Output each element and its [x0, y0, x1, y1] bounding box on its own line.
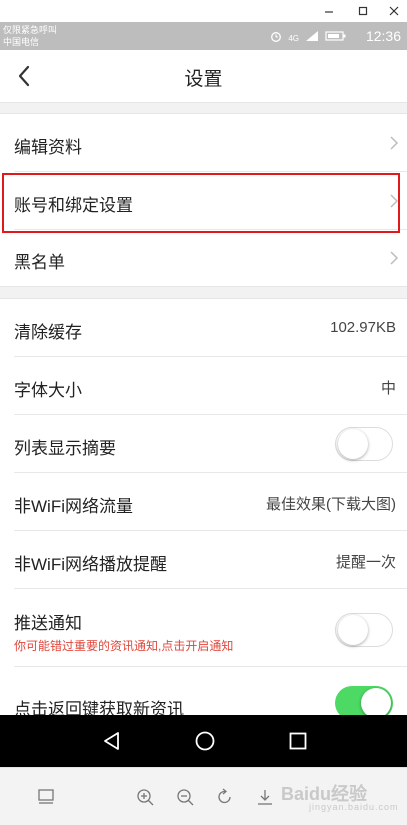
network-label: 4G: [288, 33, 299, 43]
home-circle-icon[interactable]: [193, 729, 217, 753]
section-divider: [0, 102, 407, 114]
chevron-right-icon: [388, 250, 400, 266]
chevron-right-icon: [388, 135, 400, 151]
maximize-icon[interactable]: [354, 2, 372, 20]
non-wifi-traffic-value: 最佳效果(下载大图): [266, 496, 396, 513]
gallery-icon[interactable]: [36, 787, 56, 807]
row-non-wifi-traffic[interactable]: 非WiFi网络流量 最佳效果(下载大图): [0, 473, 407, 531]
viewer-toolbar: Baidu经验 jingyan.baidu.com: [0, 767, 407, 825]
row-font-size[interactable]: 字体大小 中: [0, 357, 407, 415]
push-hint-text[interactable]: 你可能错过重要的资讯通知,点击开启通知: [14, 637, 233, 654]
row-edit-profile[interactable]: 编辑资料: [0, 114, 407, 172]
row-label: 黑名单: [14, 253, 65, 272]
row-push-notification[interactable]: 推送通知 你可能错过重要的资讯通知,点击开启通知: [0, 589, 407, 667]
row-label: 字体大小: [14, 381, 82, 400]
toggle-knob: [338, 429, 368, 459]
back-refresh-toggle[interactable]: [335, 686, 393, 715]
row-label: 点击返回键获取新资讯: [14, 700, 184, 715]
row-label: 编辑资料: [14, 138, 82, 157]
row-label: 清除缓存: [14, 323, 82, 342]
zoom-in-icon[interactable]: [135, 787, 155, 807]
back-triangle-icon[interactable]: [100, 729, 124, 753]
row-label: 列表显示摘要: [14, 439, 116, 458]
row-non-wifi-play-reminder[interactable]: 非WiFi网络播放提醒 提醒一次: [0, 531, 407, 589]
rotate-icon[interactable]: [215, 787, 235, 807]
navigation-bar: [0, 715, 407, 767]
status-carrier-text: 中国电信: [3, 37, 40, 47]
recents-square-icon[interactable]: [286, 729, 310, 753]
status-bar: 仅限紧急呼叫 中国电信 4G 12:36: [0, 22, 407, 50]
watermark-subtext: jingyan.baidu.com: [309, 802, 399, 812]
window-title-bar: [0, 0, 407, 22]
close-icon[interactable]: [385, 2, 403, 20]
page-header: 设置: [0, 50, 407, 102]
list-summary-toggle[interactable]: [335, 427, 393, 461]
section-divider: [0, 286, 407, 299]
row-blacklist[interactable]: 黑名单: [0, 230, 407, 286]
row-back-refresh: 点击返回键获取新资讯: [0, 667, 407, 715]
row-label: 非WiFi网络流量: [14, 497, 133, 516]
zoom-out-icon[interactable]: [175, 787, 195, 807]
toggle-knob: [361, 688, 391, 715]
cache-size-value: 102.97KB: [330, 319, 396, 336]
highlight-box: [2, 173, 400, 233]
baidu-watermark: Baidu经验 jingyan.baidu.com: [281, 780, 398, 814]
status-time: 12:36: [365, 28, 401, 44]
battery-icon: [325, 29, 347, 47]
row-label: 非WiFi网络播放提醒: [14, 555, 167, 574]
alarm-icon: [270, 29, 282, 47]
font-size-value: 中: [380, 380, 396, 397]
play-reminder-value: 提醒一次: [335, 554, 396, 571]
row-list-summary: 列表显示摘要: [0, 415, 407, 473]
row-label: 推送通知: [14, 614, 82, 633]
page-title: 设置: [184, 69, 223, 90]
status-emergency-text: 仅限紧急呼叫: [3, 25, 58, 35]
push-notification-toggle[interactable]: [335, 613, 393, 647]
watermark-text: Baidu经验: [281, 784, 368, 804]
signal-icon: [305, 29, 319, 47]
toggle-knob: [338, 615, 368, 645]
row-clear-cache[interactable]: 清除缓存 102.97KB: [0, 299, 407, 357]
download-icon[interactable]: [255, 787, 275, 807]
minimize-icon[interactable]: [320, 2, 338, 20]
